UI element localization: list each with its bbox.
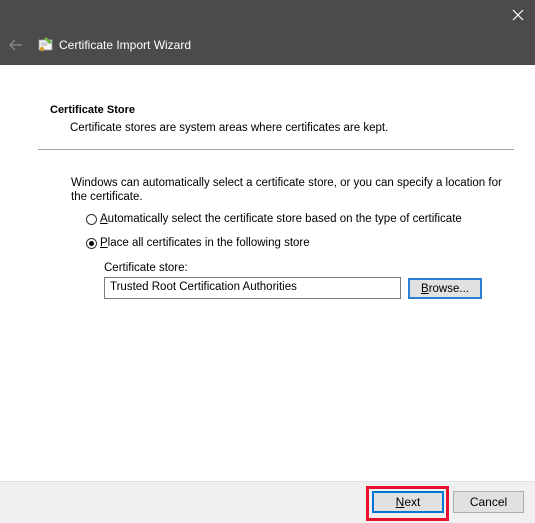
close-button[interactable] [501, 0, 535, 30]
section-description: Certificate stores are system areas wher… [70, 122, 389, 134]
window-title: Certificate Import Wizard [59, 38, 192, 52]
certificate-store-field[interactable]: Trusted Root Certification Authorities [104, 277, 401, 299]
cancel-button[interactable]: Cancel [453, 491, 524, 513]
radio-place-in-store-label[interactable]: Place all certificates in the following … [100, 237, 310, 249]
intro-text: Windows can automatically select a certi… [71, 177, 502, 203]
certificate-icon [38, 37, 53, 52]
next-button[interactable]: Next [372, 491, 444, 513]
radio-auto-select-label[interactable]: Automatically select the certificate sto… [100, 213, 462, 225]
header-divider [38, 149, 514, 150]
radio-place-in-store[interactable] [86, 237, 97, 249]
auto-select-store-option[interactable]: Automatically select the certificate sto… [86, 213, 462, 225]
certificate-store-label: Certificate store: [104, 262, 188, 274]
title-bar: Certificate Import Wizard [0, 0, 535, 65]
place-in-store-option[interactable]: Place all certificates in the following … [86, 237, 310, 249]
close-icon [512, 9, 524, 21]
back-arrow-icon [9, 39, 22, 51]
back-button[interactable] [4, 34, 28, 56]
browse-button[interactable]: Browse... [408, 278, 482, 299]
radio-auto-select[interactable] [86, 213, 97, 225]
certificate-import-wizard-window: Certificate Import Wizard Certificate St… [0, 0, 535, 523]
section-title: Certificate Store [50, 104, 135, 116]
